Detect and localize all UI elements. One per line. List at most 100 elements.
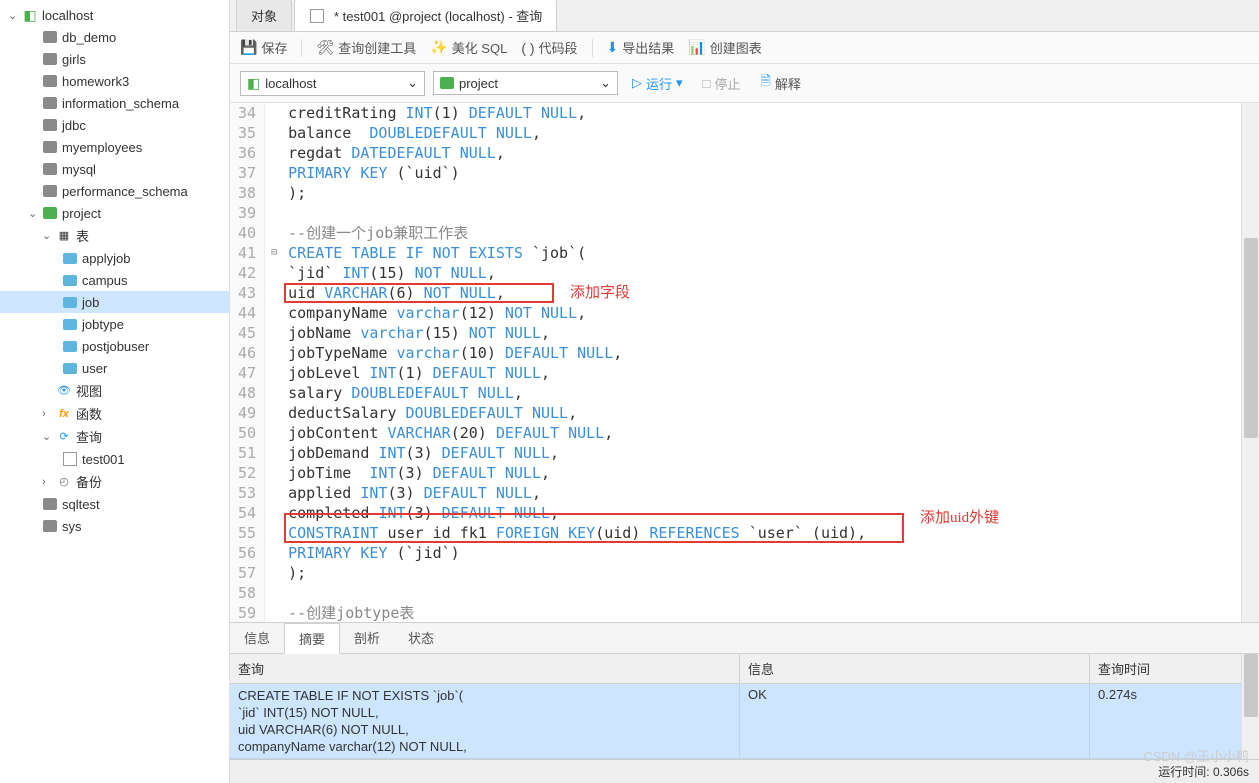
sql-file-icon [62,451,78,467]
result-tabs: 信息 摘要 剖析 状态 [230,622,1259,654]
tree-queries-group[interactable]: ⌄⟳查询 [0,425,229,448]
run-button[interactable]: ▷运行▾ [626,72,689,95]
explain-button[interactable]: 🗎解释 [754,70,806,96]
database-icon [43,75,57,87]
tab-query[interactable]: * test001 @project (localhost) - 查询 [294,0,557,31]
tree-db[interactable]: mysql [0,158,229,180]
table-icon [63,253,77,264]
toolbar-label: 查询创建工具 [338,38,416,57]
line-gutter: 3435363738394041424344454647484950515253… [230,103,265,622]
table-icon [63,275,77,286]
beautify-button[interactable]: ✨美化 SQL [430,38,507,57]
query-builder-button[interactable]: 🛠查询创建工具 [316,38,416,57]
table-icon [63,341,77,352]
tree-label: test001 [82,452,125,467]
tab-analyze[interactable]: 剖析 [340,623,394,653]
result-row[interactable]: CREATE TABLE IF NOT EXISTS `job`( `jid` … [230,684,1259,759]
brackets-icon: ( ) [521,40,534,56]
tree-tables-group[interactable]: ⌄▦表 [0,224,229,247]
combo-value: localhost [265,76,316,91]
backup-icon: ◴ [56,474,72,490]
tree-table[interactable]: campus [0,269,229,291]
view-icon: 👁 [56,383,72,399]
tree-db-project[interactable]: ⌄project [0,202,229,224]
tab-summary[interactable]: 摘要 [284,623,340,654]
database-icon [43,141,57,153]
combo-value: project [459,76,498,91]
tree-table[interactable]: user [0,357,229,379]
column-header-time[interactable]: 查询时间 [1090,654,1250,683]
save-button[interactable]: 💾保存 [240,38,287,57]
tree-db[interactable]: jdbc [0,114,229,136]
tree-label: homework3 [62,74,129,89]
vertical-scrollbar[interactable] [1241,103,1259,622]
toolbar: 💾保存 🛠查询创建工具 ✨美化 SQL ( )代码段 ⬇导出结果 📊创建图表 [230,32,1259,64]
button-label: 解释 [775,74,801,93]
tree-label: girls [62,52,86,67]
connection-select[interactable]: ◧localhost⌄ [240,71,425,96]
tree-label: applyjob [82,251,130,266]
tree-label: 备份 [76,472,102,491]
tree-table[interactable]: applyjob [0,247,229,269]
snippet-button[interactable]: ( )代码段 [521,38,577,57]
column-header-query[interactable]: 查询 [230,654,740,683]
tree-views-group[interactable]: 👁视图 [0,379,229,402]
tab-label: * test001 @project (localhost) - 查询 [334,6,542,25]
sparkle-icon: ✨ [430,39,447,56]
database-icon [43,31,57,43]
tree-db[interactable]: myemployees [0,136,229,158]
tree-functions-group[interactable]: ›fx函数 [0,402,229,425]
table-group-icon: ▦ [56,228,72,244]
database-icon [43,53,57,65]
connection-bar: ◧localhost⌄ project⌄ ▷运行▾ □停止 🗎解释 [230,64,1259,103]
tree-table[interactable]: postjobuser [0,335,229,357]
toolbar-label: 导出结果 [622,38,674,57]
export-button[interactable]: ⬇导出结果 [607,38,675,57]
tab-info[interactable]: 信息 [230,623,284,653]
result-info-cell: OK [740,684,1090,758]
play-icon: ▷ [632,75,642,91]
tools-icon: 🛠 [316,39,334,56]
query-icon: ⟳ [56,429,72,445]
tree-backup-group[interactable]: ›◴备份 [0,470,229,493]
tree-table[interactable]: jobtype [0,313,229,335]
tree-db[interactable]: sys [0,515,229,537]
stop-icon: □ [703,76,711,91]
tab-status[interactable]: 状态 [394,623,448,653]
connection-icon: ◧ [22,7,38,23]
toolbar-label: 保存 [261,38,287,57]
tree-db[interactable]: sqltest [0,493,229,515]
tree-table-job[interactable]: job [0,291,229,313]
tree-db[interactable]: information_schema [0,92,229,114]
object-tree[interactable]: ⌄◧localhost db_demo girls homework3 info… [0,0,230,783]
tree-db[interactable]: performance_schema [0,180,229,202]
tree-query-file[interactable]: test001 [0,448,229,470]
tree-db[interactable]: girls [0,48,229,70]
tab-objects[interactable]: 对象 [236,0,292,31]
function-icon: fx [56,406,72,422]
table-icon [63,319,77,330]
sql-editor[interactable]: 3435363738394041424344454647484950515253… [230,103,1259,622]
tree-label: project [62,206,101,221]
table-icon [63,297,77,308]
chevron-down-icon: ▾ [676,75,683,91]
tree-db[interactable]: db_demo [0,26,229,48]
vertical-scrollbar[interactable] [1241,654,1259,759]
tree-label: jdbc [62,118,86,133]
tree-label: 表 [76,226,89,245]
database-icon [43,119,57,131]
database-select[interactable]: project⌄ [433,71,618,95]
tab-label: 对象 [251,6,277,25]
tree-db[interactable]: homework3 [0,70,229,92]
stop-button[interactable]: □停止 [697,72,747,95]
column-header-info[interactable]: 信息 [740,654,1090,683]
result-time-cell: 0.274s [1090,684,1250,758]
chart-button[interactable]: 📊创建图表 [688,38,761,57]
button-label: 停止 [714,74,740,93]
table-icon [63,363,77,374]
tree-connection[interactable]: ⌄◧localhost [0,4,229,26]
database-icon [43,163,57,175]
connection-icon: ◧ [247,75,260,92]
tree-label: sqltest [62,497,100,512]
code-area[interactable]: creditRating INT(1) DEFAULT NULL, balanc… [265,103,872,622]
